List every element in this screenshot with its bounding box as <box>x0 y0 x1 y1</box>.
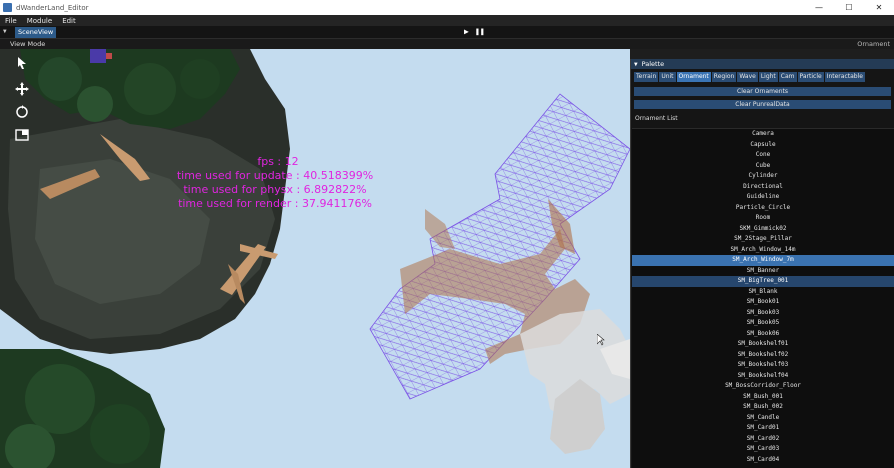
mouse-cursor-icon <box>597 334 605 346</box>
ornament-list-item[interactable]: SM_Card02 <box>632 434 894 445</box>
ornament-list-item[interactable]: SM_Book01 <box>632 297 894 308</box>
view-mode-menu[interactable]: View Mode <box>10 40 45 48</box>
scene-render <box>0 49 630 468</box>
maximize-button[interactable]: ☐ <box>834 0 864 15</box>
scene-viewport[interactable]: fps : 12 time used for update : 40.51839… <box>0 49 630 468</box>
viewbar-ornament-label: Ornament <box>857 40 890 48</box>
palette-title: Palette <box>641 60 665 68</box>
ornament-list-item[interactable]: SM_Bookshelf01 <box>632 339 894 350</box>
update-time-readout: time used for update : 40.518399% <box>176 169 374 182</box>
tab-interactable[interactable]: Interactable <box>824 72 865 82</box>
ornament-list-item[interactable]: Guideline <box>632 192 894 203</box>
menu-module[interactable]: Module <box>22 17 57 25</box>
ornament-list-item[interactable]: SM_Arch_Window_7m <box>632 255 894 266</box>
ornament-list-item[interactable]: Cone <box>632 150 894 161</box>
ornament-list-item[interactable]: SM_Bush_002 <box>632 402 894 413</box>
ornament-list-item[interactable]: Camera <box>632 129 894 140</box>
ornament-list-item[interactable]: SM_Card01 <box>632 423 894 434</box>
ornament-list-item[interactable]: SM_Book03 <box>632 308 894 319</box>
tab-light[interactable]: Light <box>758 72 778 82</box>
window-title: dWanderLand_Editor <box>16 3 89 12</box>
ornament-list[interactable]: Camera Capsule Cone Cube Cylinder Directional… <box>632 128 894 468</box>
app-icon <box>3 3 12 12</box>
ornament-list-item[interactable]: Directional <box>632 182 894 193</box>
menu-edit[interactable]: Edit <box>57 17 81 25</box>
gizmo-select-icon[interactable] <box>14 55 30 71</box>
tab-region[interactable]: Region <box>711 72 737 82</box>
fps-readout: fps : 12 <box>257 155 299 168</box>
ornament-list-item[interactable]: SM_BossCorridor_Floor <box>632 381 894 392</box>
ornament-list-item[interactable]: SM_Book06 <box>632 329 894 340</box>
pause-button[interactable]: ❚❚ <box>475 27 485 36</box>
view-mode-bar: View Mode Ornament <box>0 38 894 49</box>
minimize-button[interactable]: — <box>804 0 834 15</box>
scale-icon[interactable] <box>14 127 30 143</box>
ornament-list-item[interactable]: SM_Bookshelf02 <box>632 350 894 361</box>
ornament-list-item[interactable]: SM_Candle <box>632 413 894 424</box>
ornament-list-item[interactable]: Room <box>632 213 894 224</box>
palette-tabs: Terrain Unit Ornament Region Wave Light … <box>631 69 894 82</box>
tab-bar: ▼ SceneView ▶ ❚❚ <box>0 26 894 38</box>
performance-stats: fps : 12 time used for update : 40.51839… <box>160 155 390 211</box>
ornament-list-item[interactable]: SM_Arch_Window_14m <box>632 245 894 256</box>
ornament-list-item[interactable]: SM_Book05 <box>632 318 894 329</box>
clear-punrealdata-button[interactable]: Clear PunrealData <box>634 100 891 109</box>
tab-unit[interactable]: Unit <box>659 72 676 82</box>
ornament-list-item[interactable]: SM_Banner <box>632 266 894 277</box>
ornament-list-item[interactable]: SM_Bookshelf04 <box>632 371 894 382</box>
tab-wave[interactable]: Wave <box>737 72 758 82</box>
tab-cam[interactable]: Cam <box>778 72 797 82</box>
ornament-list-item[interactable]: SM_BigTree_001 <box>632 276 894 287</box>
ornament-list-item[interactable]: Cylinder <box>632 171 894 182</box>
move-icon[interactable] <box>14 81 30 97</box>
clear-ornaments-button[interactable]: Clear Ornaments <box>634 87 891 96</box>
rotate-icon[interactable] <box>14 104 30 120</box>
ornament-list-item[interactable]: Capsule <box>632 140 894 151</box>
palette-header[interactable]: ▼ Palette <box>631 59 894 69</box>
collapse-arrow-icon[interactable]: ▼ <box>634 61 638 68</box>
ornament-list-item[interactable]: SM_Card04 <box>632 455 894 466</box>
ornament-list-item[interactable]: SKM_Gimmick02 <box>632 224 894 235</box>
ornament-list-title: Ornament List <box>635 115 678 122</box>
menu-bar: File Module Edit <box>0 15 894 26</box>
ornament-list-item[interactable]: SM_Bookshelf03 <box>632 360 894 371</box>
ornament-list-item[interactable]: SM_Card03 <box>632 444 894 455</box>
palette-panel: ▼ Palette Terrain Unit Ornament Region W… <box>630 59 894 468</box>
tab-terrain[interactable]: Terrain <box>634 72 659 82</box>
menu-file[interactable]: File <box>0 17 22 25</box>
ornament-list-item[interactable]: SM_Blank <box>632 287 894 298</box>
play-button[interactable]: ▶ <box>464 27 469 36</box>
tab-particle[interactable]: Particle <box>797 72 824 82</box>
tab-ornament[interactable]: Ornament <box>676 72 711 82</box>
physx-time-readout: time used for physx : 6.892822% <box>183 183 367 196</box>
ornament-list-item[interactable]: Cube <box>632 161 894 172</box>
tab-sceneview[interactable]: SceneView <box>15 27 57 38</box>
tab-collapse-icon[interactable]: ▼ <box>3 28 7 35</box>
window-titlebar: dWanderLand_Editor — ☐ ✕ <box>0 0 894 15</box>
close-button[interactable]: ✕ <box>864 0 894 15</box>
ornament-list-item[interactable]: SM_2Stage_Pillar <box>632 234 894 245</box>
ornament-list-item[interactable]: Particle_Circle <box>632 203 894 214</box>
ornament-list-item[interactable]: SM_Bush_001 <box>632 392 894 403</box>
render-time-readout: time used for render : 37.941176% <box>178 197 372 210</box>
